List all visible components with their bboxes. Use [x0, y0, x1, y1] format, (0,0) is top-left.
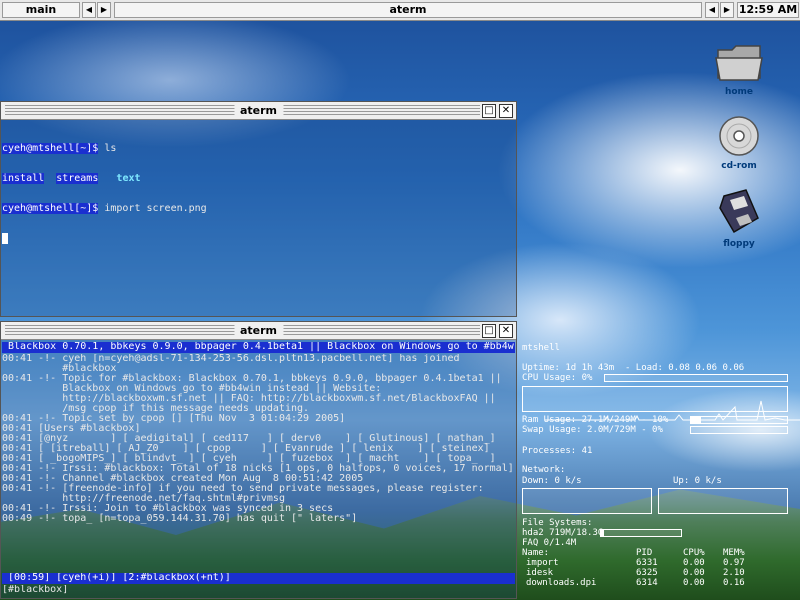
- process-cell: 0.97: [723, 558, 745, 568]
- swap-usage-label: Swap Usage: 2.0M/729M - 0%: [522, 425, 663, 435]
- process-cell: 6314: [636, 578, 658, 588]
- process-cell: 6331: [636, 558, 658, 568]
- filesystem-root: hda2 719M/18.3G: [522, 528, 604, 538]
- irc-input-prompt: [#blackbox]: [2, 585, 75, 595]
- window-title: aterm: [233, 323, 284, 338]
- prev-workspace-button[interactable]: ◀: [82, 2, 96, 18]
- system-monitor: mtshell Uptime: 1d 1h 43m - Load: 0.08 0…: [518, 340, 800, 600]
- process-cell: 0.00: [683, 558, 705, 568]
- filesystems-label: File Systems:: [522, 518, 593, 528]
- irc-status-bar: [00:59] [cyeh(+i)] [2:#blackbox(+nt)]: [2, 573, 515, 584]
- cdrom-icon: [719, 116, 759, 156]
- ram-usage-label: Ram Usage: 27.1M/249M - 10%: [522, 415, 669, 425]
- ls-entry: text: [116, 173, 141, 184]
- text-cursor: [2, 233, 9, 244]
- cpu-usage-bar: [604, 374, 788, 382]
- process-cell: 6325: [636, 568, 658, 578]
- close-button[interactable]: ✕: [499, 324, 513, 338]
- network-up: Up: 0 k/s: [673, 476, 722, 486]
- ram-usage-bar: [690, 416, 788, 424]
- terminal-output[interactable]: cyeh@mtshell[~]$ ls install streams text…: [2, 124, 515, 264]
- hostname: mtshell: [522, 343, 560, 353]
- icon-label: floppy: [723, 239, 755, 249]
- desktop-icon-cdrom[interactable]: cd-rom: [709, 114, 769, 171]
- network-label: Network:: [522, 465, 566, 475]
- process-table-header-pid: PID: [636, 548, 653, 558]
- next-window-button[interactable]: ▶: [720, 2, 734, 18]
- process-cell: 0.00: [683, 568, 705, 578]
- shell-command: ls: [98, 143, 117, 154]
- icon-label: cd-rom: [721, 161, 757, 171]
- process-table-header-mem: MEM%: [723, 548, 745, 558]
- workspace-name[interactable]: main: [2, 2, 80, 18]
- icon-label: home: [724, 87, 754, 97]
- process-cell: import: [526, 558, 559, 568]
- process-cell: 2.10: [723, 568, 745, 578]
- irc-topic-bar: Blackbox 0.70.1, bbkeys 0.9.0, bbpager 0…: [2, 342, 515, 353]
- shell-command: import screen.png: [98, 203, 207, 214]
- process-table-header-name: Name:: [522, 548, 550, 558]
- cpu-graph: [522, 386, 800, 421]
- prev-window-button[interactable]: ◀: [705, 2, 719, 18]
- process-cell: downloads.dpi: [526, 578, 597, 588]
- process-cell: 0.00: [683, 578, 705, 588]
- floppy-icon: [719, 189, 759, 234]
- cpu-usage-label: CPU Usage: 0%: [522, 373, 593, 383]
- close-button[interactable]: ✕: [499, 104, 513, 118]
- network-down: Down: 0 k/s: [522, 476, 582, 486]
- process-cell: 0.16: [723, 578, 745, 588]
- process-cell: idesk: [526, 568, 554, 578]
- download-graph: [522, 488, 652, 514]
- window-titlebar[interactable]: aterm □ ✕: [1, 322, 516, 340]
- process-count: Processes: 41: [522, 446, 593, 456]
- process-table-header-cpu: CPU%: [683, 548, 705, 558]
- aterm-window-shell[interactable]: aterm □ ✕ cyeh@mtshell[~]$ ls install st…: [0, 101, 517, 317]
- window-title: aterm: [233, 103, 284, 118]
- ls-entry: streams: [56, 173, 99, 184]
- uptime-load: Uptime: 1d 1h 43m - Load: 0.08 0.06 0.06: [522, 363, 745, 373]
- shell-prompt: cyeh@mtshell[~]$: [2, 143, 99, 154]
- irc-input-line[interactable]: [#blackbox]: [2, 585, 515, 595]
- desktop-icon-floppy[interactable]: floppy: [709, 188, 769, 249]
- shell-prompt: cyeh@mtshell[~]$: [2, 203, 99, 214]
- maximize-button[interactable]: □: [482, 324, 496, 338]
- focused-window-title[interactable]: aterm: [114, 2, 702, 18]
- folder-icon: [715, 45, 763, 81]
- irc-message-log[interactable]: 00:41 -!- cyeh [n=cyeh@adsl-71-134-253-5…: [2, 354, 515, 524]
- filesystem-faq: FAQ 0/1.4M: [522, 538, 577, 548]
- blackbox-toolbar: main ◀ ▶ aterm ◀ ▶ 12:59 AM: [0, 0, 800, 21]
- maximize-button[interactable]: □: [482, 104, 496, 118]
- clock: 12:59 AM: [737, 2, 799, 18]
- aterm-window-irssi[interactable]: aterm □ ✕ Blackbox 0.70.1, bbkeys 0.9.0,…: [0, 321, 517, 599]
- upload-graph: [658, 488, 788, 514]
- filesystem-root-bar: [600, 529, 682, 537]
- ls-entry: install: [2, 173, 45, 184]
- swap-usage-bar: [690, 426, 788, 434]
- next-workspace-button[interactable]: ▶: [97, 2, 111, 18]
- window-titlebar[interactable]: aterm □ ✕: [1, 102, 516, 120]
- desktop-icon-home[interactable]: home: [709, 40, 769, 97]
- irc-log-line: 00:49 -!- topa_ [n=topa_059.144.31.70] h…: [2, 513, 358, 524]
